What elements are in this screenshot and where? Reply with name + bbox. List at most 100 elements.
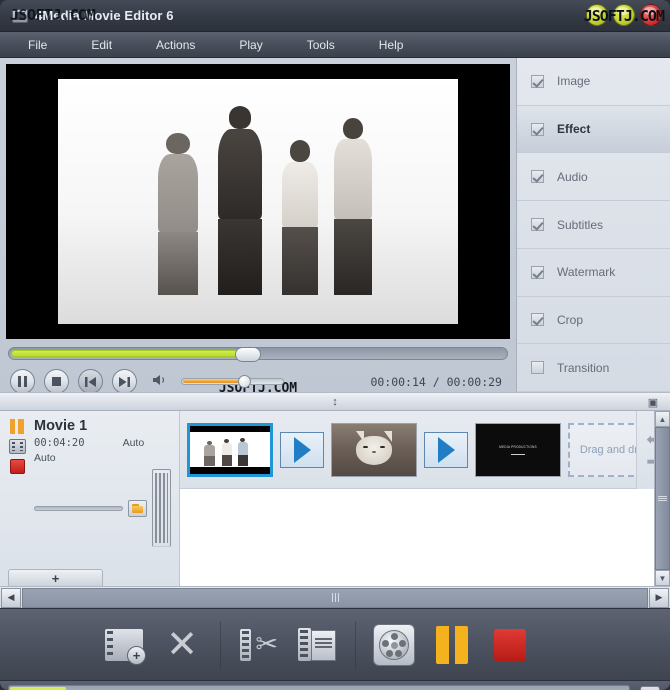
track-info: Movie 1 00:04:20 Auto Auto — [34, 417, 171, 547]
volume-slider[interactable] — [181, 375, 284, 388]
menu-play[interactable]: Play — [217, 34, 284, 56]
checkbox-crop[interactable] — [531, 313, 544, 327]
checkbox-watermark[interactable] — [531, 265, 544, 279]
option-transition[interactable]: Transition — [517, 344, 670, 393]
track-record-icon[interactable] — [10, 459, 25, 474]
volume-fill — [183, 380, 244, 383]
clip-thumbnail-people[interactable] — [187, 422, 273, 477]
options-panel: Image Effect Audio Subtitles Watermark C… — [516, 58, 670, 393]
option-effect[interactable]: Effect — [517, 105, 670, 154]
video-figure — [158, 132, 198, 295]
clip-thumbnail-cat[interactable] — [331, 422, 417, 477]
menu-help[interactable]: Help — [357, 34, 426, 56]
scroll-up-button[interactable]: ▲ — [655, 411, 670, 427]
hscroll-right-button[interactable]: ▶ — [649, 587, 669, 608]
track-format: Auto — [34, 452, 56, 464]
toolbar-pause-button[interactable] — [423, 618, 481, 672]
track-header: Movie 1 00:04:20 Auto Auto + — [0, 411, 180, 586]
track-duration: 00:04:20 — [34, 437, 85, 449]
panel-splitter[interactable]: ↕ ▣ — [0, 392, 670, 411]
scroll-down-button[interactable]: ▼ — [655, 570, 670, 586]
main-area: JSOFTJ.COM 00:00:14 / 00:00:29 Image Eff… — [0, 58, 670, 396]
option-label: Subtitles — [557, 217, 604, 232]
timeline-area: Movie 1 00:04:20 Auto Auto + MEDIA PRODU… — [0, 411, 670, 586]
checkbox-image[interactable] — [531, 74, 544, 88]
toolbar-stop-button[interactable] — [481, 618, 539, 672]
application-window: 4Media Movie Editor 6 JSOFTJ.COM JSOFTJ.… — [0, 0, 670, 690]
video-figure — [282, 140, 318, 295]
checkbox-effect[interactable] — [531, 122, 544, 136]
toolbar-delete-button[interactable]: ✕ — [153, 618, 211, 672]
transition-block-2[interactable] — [424, 431, 468, 468]
option-label: Crop — [557, 312, 584, 327]
track-icon-column — [8, 417, 34, 474]
film-strip-button[interactable] — [152, 469, 171, 547]
seek-handle[interactable] — [235, 347, 262, 362]
clip-thumbnail-title[interactable]: MEDIA PRODUCTIONS — [475, 422, 561, 477]
timeline-vertical-scrollbar[interactable]: ▲ ▼ — [654, 411, 670, 586]
track-bottom — [34, 469, 171, 547]
bottom-toolbar: ✕ ✂ — [0, 608, 670, 680]
track-head: Movie 1 00:04:20 Auto Auto — [8, 417, 171, 547]
log-document-icon[interactable] — [640, 686, 660, 690]
track-mini-progress[interactable] — [34, 505, 123, 511]
app-icon — [12, 8, 28, 23]
video-frame — [58, 79, 458, 324]
seek-bar[interactable] — [8, 347, 508, 362]
scissors-icon: ✂ — [240, 628, 278, 662]
window-buttons — [586, 4, 662, 26]
status-bar: Making 7% JSOFTJ.COM JSOFTJ.COM — [0, 680, 670, 690]
option-image[interactable]: Image — [517, 58, 670, 106]
video-surface[interactable] — [6, 64, 510, 339]
add-film-icon — [105, 628, 146, 665]
menu-actions[interactable]: Actions — [134, 34, 217, 56]
toolbar-clip-properties-button[interactable] — [288, 618, 346, 672]
option-label: Effect — [557, 122, 591, 137]
toolbar-separator — [220, 620, 221, 669]
checkbox-transition[interactable] — [531, 361, 544, 375]
clip-overlay-text: MEDIA PRODUCTIONS — [499, 445, 537, 450]
option-watermark[interactable]: Watermark — [517, 249, 670, 297]
video-figure — [218, 105, 262, 295]
track-meta: 00:04:20 Auto — [34, 437, 171, 449]
track-pause-icon[interactable] — [10, 419, 24, 434]
checkbox-audio[interactable] — [531, 170, 544, 184]
option-subtitles[interactable]: Subtitles — [517, 201, 670, 249]
add-track-button[interactable]: + — [8, 569, 103, 586]
option-label: Audio — [557, 169, 588, 184]
clip-overlay-rule — [511, 453, 525, 456]
menu-tools[interactable]: Tools — [285, 34, 357, 56]
track-film-icon[interactable] — [9, 439, 26, 454]
window-title: 4Media Movie Editor 6 — [35, 8, 174, 23]
seek-row — [6, 347, 510, 362]
vertical-scroll-thumb[interactable] — [655, 427, 670, 570]
option-label: Image — [557, 74, 591, 89]
open-folder-button[interactable] — [128, 499, 147, 517]
checkbox-subtitles[interactable] — [531, 218, 544, 232]
option-label: Transition — [557, 360, 610, 375]
menu-file[interactable]: File — [6, 34, 69, 56]
maximize-button[interactable] — [613, 4, 635, 26]
seek-fill — [11, 350, 247, 357]
close-x-icon: ✕ — [166, 623, 198, 666]
stop-icon — [494, 628, 526, 661]
track-title: Movie 1 — [34, 418, 88, 434]
option-label: Watermark — [557, 265, 616, 280]
menu-edit[interactable]: Edit — [69, 34, 134, 56]
splitter-grip-icon[interactable]: ↕ — [332, 396, 338, 408]
hscroll-left-button[interactable]: ◀ — [1, 587, 21, 608]
volume-handle[interactable] — [237, 375, 251, 388]
preview-player: JSOFTJ.COM 00:00:14 / 00:00:29 — [0, 58, 516, 396]
clip-strip: MEDIA PRODUCTIONS Drag and drop ⬅ ➡ — [180, 411, 670, 489]
timeline-horizontal-scrollbar[interactable]: ◀ ▶ — [0, 586, 670, 608]
transition-block-1[interactable] — [280, 431, 324, 468]
minimize-button[interactable] — [586, 4, 608, 26]
option-audio[interactable]: Audio — [517, 153, 670, 202]
option-crop[interactable]: Crop — [517, 297, 670, 345]
toolbar-add-media-button[interactable] — [95, 618, 153, 672]
export-panel-icon[interactable]: ▣ — [645, 395, 661, 409]
close-button[interactable] — [640, 4, 662, 26]
toolbar-encode-button[interactable] — [365, 618, 423, 672]
horizontal-scroll-thumb[interactable] — [22, 587, 648, 608]
toolbar-cut-button[interactable]: ✂ — [230, 618, 288, 672]
